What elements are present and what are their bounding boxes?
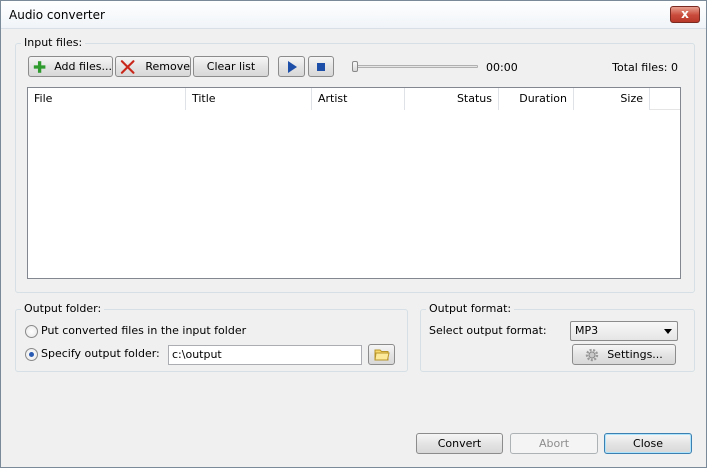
time-readout: 00:00 bbox=[486, 61, 518, 74]
output-folder-label: Output folder: bbox=[21, 302, 105, 315]
input-files-label: Input files: bbox=[21, 36, 86, 49]
files-list-header: File Title Artist Status Duration Size bbox=[28, 88, 680, 110]
column-duration-label: Duration bbox=[519, 92, 567, 105]
column-header-title[interactable]: Title bbox=[186, 88, 312, 110]
select-format-label: Select output format: bbox=[429, 324, 547, 337]
seek-slider-thumb[interactable] bbox=[352, 61, 358, 72]
add-files-button[interactable]: Add files... bbox=[28, 56, 113, 77]
seek-slider-track[interactable] bbox=[354, 65, 478, 68]
column-header-file[interactable]: File bbox=[28, 88, 186, 110]
convert-label: Convert bbox=[437, 437, 482, 450]
window-title: Audio converter bbox=[9, 8, 105, 22]
play-button[interactable] bbox=[278, 56, 305, 77]
output-format-label: Output format: bbox=[426, 302, 515, 315]
remove-button[interactable]: Remove bbox=[115, 56, 191, 77]
folder-icon bbox=[373, 349, 390, 361]
title-bar: Audio converter x bbox=[1, 1, 706, 29]
play-icon bbox=[287, 60, 297, 73]
total-files: Total files: 0 bbox=[612, 61, 678, 74]
column-title-label: Title bbox=[192, 92, 216, 105]
remove-label: Remove bbox=[145, 60, 190, 73]
abort-button[interactable]: Abort bbox=[510, 433, 598, 454]
browse-folder-button[interactable] bbox=[368, 344, 395, 365]
chevron-down-icon bbox=[664, 329, 672, 334]
clear-list-label: Clear list bbox=[206, 60, 256, 73]
abort-label: Abort bbox=[538, 437, 570, 450]
column-status-label: Status bbox=[456, 92, 492, 105]
stop-icon bbox=[317, 62, 325, 71]
format-select-value: MP3 bbox=[575, 324, 599, 337]
column-header-status[interactable]: Status bbox=[405, 88, 499, 110]
plus-icon bbox=[33, 60, 46, 73]
column-artist-label: Artist bbox=[318, 92, 348, 105]
close-icon: x bbox=[681, 7, 689, 21]
gear-icon bbox=[585, 348, 599, 361]
column-size-label: Size bbox=[620, 92, 643, 105]
format-select[interactable]: MP3 bbox=[570, 321, 678, 341]
settings-button[interactable]: Settings... bbox=[572, 344, 676, 365]
convert-button[interactable]: Convert bbox=[416, 433, 503, 454]
radio-specify-folder-label[interactable]: Specify output folder: bbox=[41, 347, 160, 360]
radio-specify-folder[interactable] bbox=[25, 348, 38, 361]
column-header-artist[interactable]: Artist bbox=[312, 88, 405, 110]
radio-input-folder[interactable] bbox=[25, 325, 38, 338]
x-icon bbox=[120, 59, 135, 74]
audio-converter-window: Audio converter x Input files: Add files… bbox=[0, 0, 707, 468]
settings-label: Settings... bbox=[607, 348, 663, 361]
radio-input-folder-label[interactable]: Put converted files in the input folder bbox=[41, 324, 246, 337]
close-label: Close bbox=[633, 437, 663, 450]
output-folder-path-input[interactable]: c:\output bbox=[168, 345, 362, 365]
files-list[interactable]: File Title Artist Status Duration Size bbox=[27, 87, 681, 279]
column-header-size[interactable]: Size bbox=[574, 88, 650, 110]
stop-button[interactable] bbox=[308, 56, 334, 77]
close-button[interactable]: Close bbox=[604, 433, 692, 454]
window-close-button[interactable]: x bbox=[670, 6, 700, 23]
add-files-label: Add files... bbox=[54, 60, 112, 73]
column-header-duration[interactable]: Duration bbox=[499, 88, 574, 110]
clear-list-button[interactable]: Clear list bbox=[193, 56, 269, 77]
column-file-label: File bbox=[34, 92, 53, 105]
